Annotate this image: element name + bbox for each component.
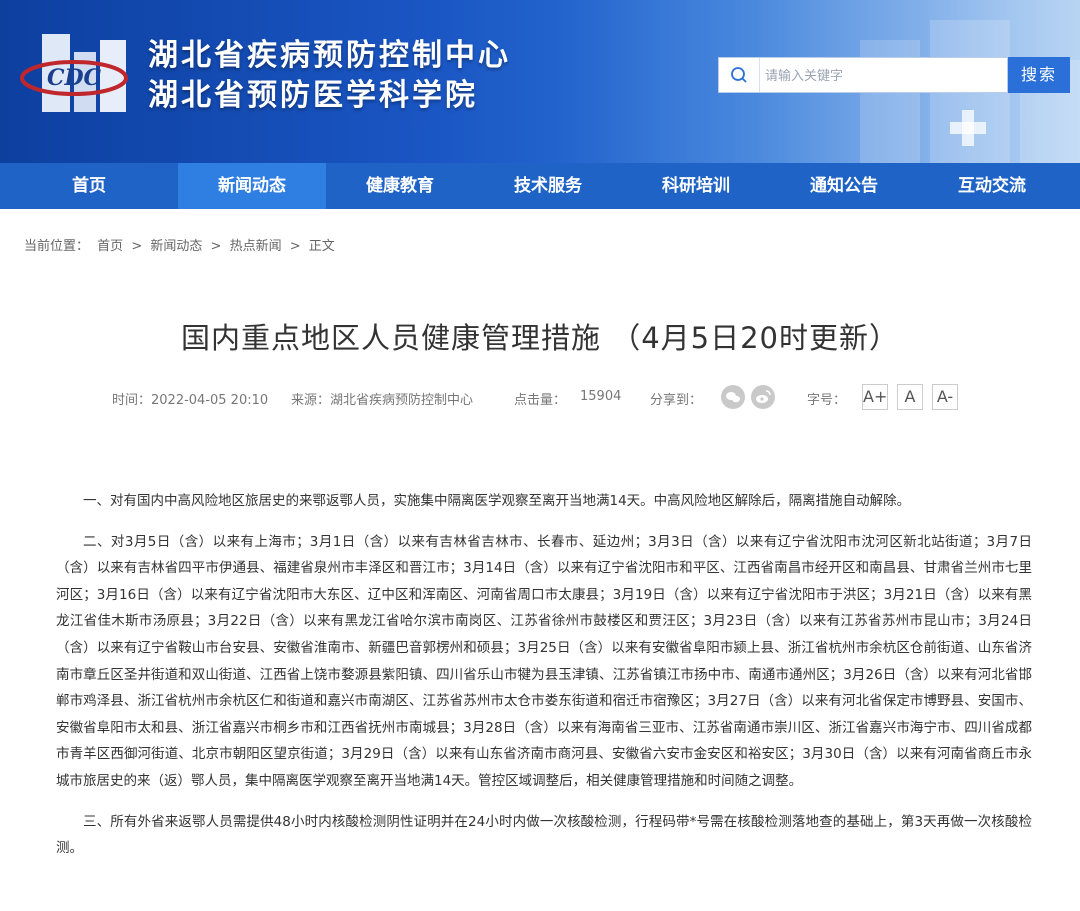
site-header: CDC 湖北省疾病预防控制中心 湖北省预防医学科学院 搜索 bbox=[0, 0, 1080, 163]
breadcrumb: 当前位置： 首页 > 新闻动态 > 热点新闻 > 正文 bbox=[24, 235, 339, 254]
org-name-academy: 湖北省预防医学科学院 bbox=[148, 78, 478, 113]
search-box bbox=[718, 57, 1008, 93]
org-name-cdc: 湖北省疾病预防控制中心 bbox=[148, 38, 511, 73]
nav-item-research-training[interactable]: 科研培训 bbox=[622, 163, 770, 209]
breadcrumb-link-hot-news[interactable]: 热点新闻 bbox=[230, 239, 282, 254]
breadcrumb-separator: > bbox=[210, 239, 222, 254]
search-button[interactable]: 搜索 bbox=[1008, 57, 1070, 93]
article-title: 国内重点地区人员健康管理措施 （4月5日20时更新） bbox=[180, 321, 900, 355]
article-body: 一、对有国内中高风险地区旅居史的来鄂返鄂人员，实施集中隔离医学观察至离开当地满1… bbox=[56, 488, 1032, 876]
article-source: 来源：湖北省疾病预防控制中心 bbox=[291, 393, 474, 408]
org-titles: 湖北省疾病预防控制中心 湖北省预防医学科学院 bbox=[148, 36, 511, 116]
nav-item-interaction[interactable]: 互动交流 bbox=[918, 163, 1066, 209]
breadcrumb-link-home[interactable]: 首页 bbox=[97, 239, 123, 254]
cdc-logo: CDC bbox=[20, 34, 128, 112]
wechat-share-icon[interactable] bbox=[721, 385, 745, 409]
font-default-button[interactable]: A bbox=[897, 384, 923, 410]
article-meta: 时间：2022-04-05 20:10 来源：湖北省疾病预防控制中心 点击量： … bbox=[0, 384, 1080, 410]
breadcrumb-prefix: 当前位置： bbox=[24, 239, 90, 254]
share-label: 分享到： bbox=[650, 393, 703, 408]
main-nav: 首页 新闻动态 健康教育 技术服务 科研培训 通知公告 互动交流 bbox=[0, 163, 1080, 209]
nav-item-tech-services[interactable]: 技术服务 bbox=[474, 163, 622, 209]
search-input[interactable] bbox=[763, 64, 1003, 88]
font-size-label: 字号： bbox=[807, 393, 847, 408]
font-decrease-button[interactable]: A- bbox=[932, 384, 958, 410]
search-bar: 搜索 bbox=[718, 57, 1070, 93]
breadcrumb-link-news[interactable]: 新闻动态 bbox=[150, 239, 202, 254]
breadcrumb-separator: > bbox=[131, 239, 143, 254]
article-paragraph: 一、对有国内中高风险地区旅居史的来鄂返鄂人员，实施集中隔离医学观察至离开当地满1… bbox=[83, 493, 911, 509]
medical-cross-icon bbox=[950, 110, 986, 146]
article-paragraph: 二、对3月5日（含）以来有上海市；3月1日（含）以来有吉林省吉林市、长春市、延边… bbox=[56, 533, 1032, 789]
hits-count: 15904 bbox=[580, 389, 622, 404]
nav-item-health-education[interactable]: 健康教育 bbox=[326, 163, 474, 209]
font-increase-button[interactable]: A+ bbox=[862, 384, 888, 410]
logo-lettering: CDC bbox=[47, 65, 102, 91]
hits-label: 点击量： bbox=[514, 393, 567, 408]
weibo-share-icon[interactable] bbox=[751, 385, 775, 409]
nav-item-notices[interactable]: 通知公告 bbox=[770, 163, 918, 209]
article-paragraph: 三、所有外省来返鄂人员需提供48小时内核酸检测阴性证明并在24小时内做一次核酸检… bbox=[56, 813, 1032, 857]
nav-item-home[interactable]: 首页 bbox=[0, 163, 178, 209]
nav-item-news[interactable]: 新闻动态 bbox=[178, 163, 326, 209]
breadcrumb-separator: > bbox=[289, 239, 301, 254]
publish-time: 时间：2022-04-05 20:10 bbox=[112, 393, 269, 408]
search-icon[interactable] bbox=[719, 58, 760, 92]
breadcrumb-current: 正文 bbox=[308, 239, 335, 254]
